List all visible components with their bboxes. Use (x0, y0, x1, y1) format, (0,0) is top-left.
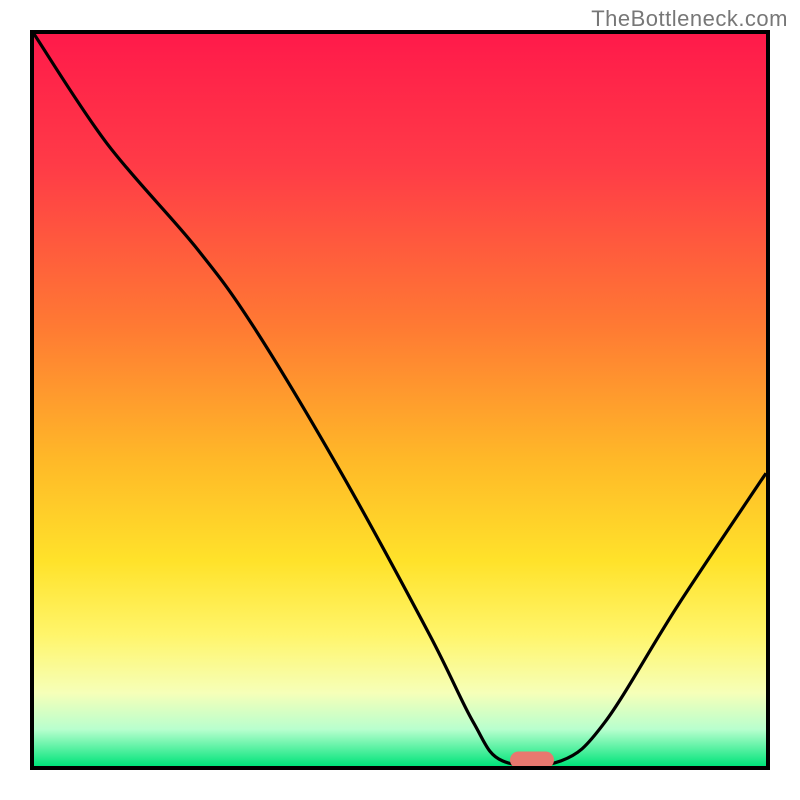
curve-layer (34, 34, 766, 766)
watermark-text: TheBottleneck.com (591, 6, 788, 32)
plot-area (30, 30, 770, 770)
bottleneck-curve (34, 34, 766, 766)
chart-container: TheBottleneck.com (0, 0, 800, 800)
optimal-marker (510, 752, 554, 769)
